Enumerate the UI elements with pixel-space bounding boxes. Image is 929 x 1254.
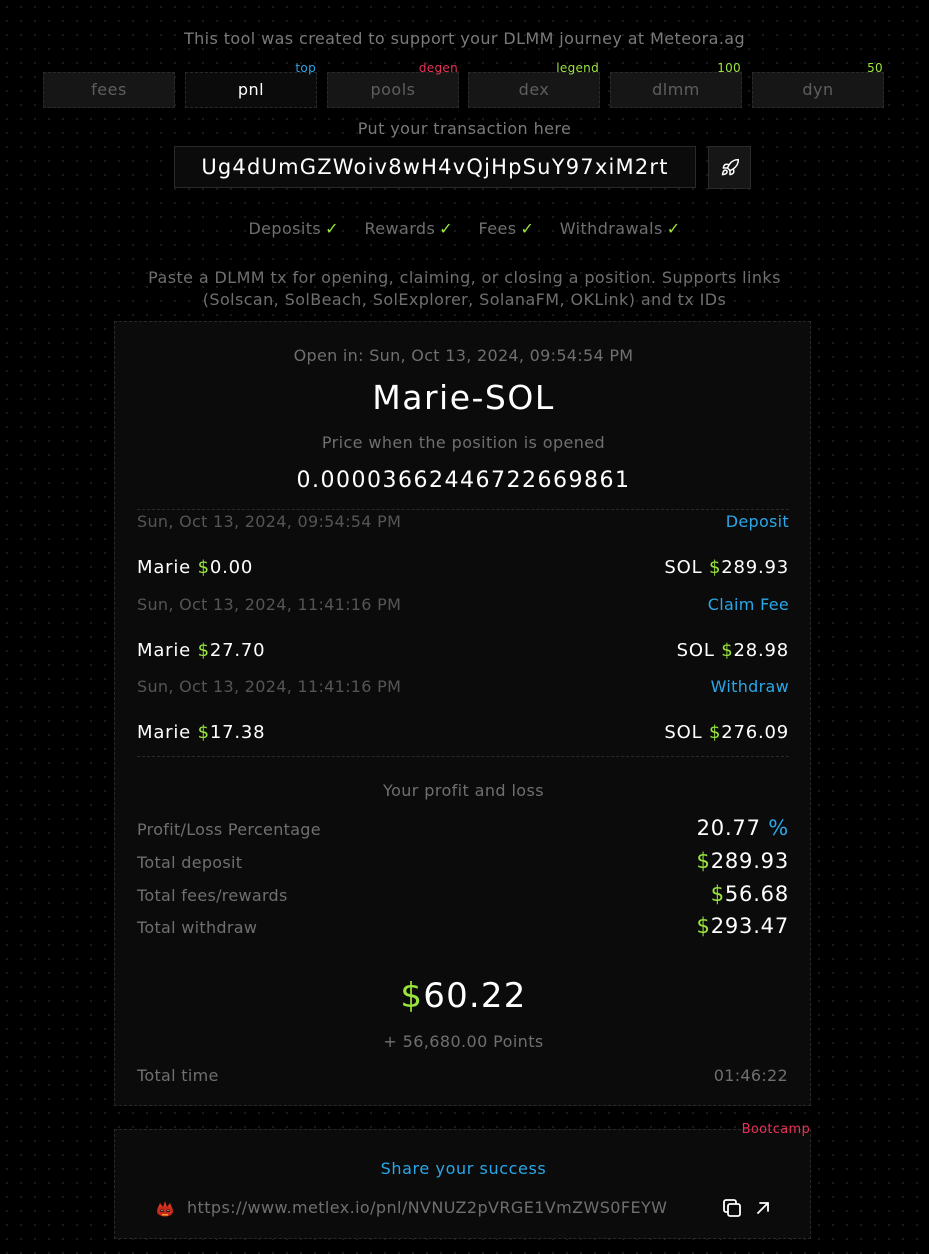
check-fees: Fees ✓ <box>478 219 535 238</box>
open-price: 0.00003662446722669861 <box>296 468 631 493</box>
tab-badge: top <box>295 61 316 75</box>
tab-label: pnl <box>237 80 265 99</box>
pnl-card: Open in: Sun, Oct 13, 2024, 09:54:54 PM … <box>114 321 811 1106</box>
tx-amount-b: SOL $289.93 <box>664 557 789 578</box>
pnl-percentage: 20.77 % <box>696 816 789 840</box>
tx-prompt: Put your transaction here <box>357 119 572 138</box>
open-date: Open in: Sun, Oct 13, 2024, 09:54:54 PM <box>293 346 634 365</box>
help-text: Paste a DLMM tx for opening, claiming, o… <box>148 268 781 309</box>
total-deposit-row: Total deposit $289.93 <box>137 849 789 873</box>
nav-tabs: fees pnl top pools degen dex legend dlmm… <box>43 61 884 108</box>
tx-amount-a: Marie $27.70 <box>137 640 266 661</box>
total-deposit: $289.93 <box>696 849 789 873</box>
tx-date: Sun, Oct 13, 2024, 11:41:16 PM <box>137 595 402 614</box>
check-withdrawals: Withdrawals ✓ <box>559 219 681 238</box>
tab-badge: degen <box>418 61 458 75</box>
total-fees: $56.68 <box>710 882 789 906</box>
copy-icon[interactable] <box>720 1196 744 1220</box>
tab-badge: 50 <box>867 61 883 75</box>
share-link[interactable]: https://www.metlex.io/pnl/NVNUZ2pVRGE1Vm… <box>187 1198 712 1217</box>
tx-amount-b: SOL $28.98 <box>676 640 789 661</box>
tx-amount-a: Marie $0.00 <box>137 557 254 578</box>
tab-fees[interactable]: fees <box>43 72 175 108</box>
share-card: Bootcamp Share your success https://www.… <box>114 1122 811 1239</box>
total-fees-row: Total fees/rewards $56.68 <box>137 882 789 906</box>
feature-checklist: Deposits ✓ Rewards ✓ Fees ✓ Withdrawals ✓ <box>0 219 929 238</box>
tx-amount-a: Marie $17.38 <box>137 722 266 743</box>
checkmark-icon: ✓ <box>520 219 535 238</box>
tab-pools[interactable]: pools degen <box>327 61 459 108</box>
submit-button[interactable] <box>708 146 751 189</box>
tab-label: dyn <box>802 80 834 99</box>
tx-type-link[interactable]: Withdraw <box>711 677 789 696</box>
points: + 56,680.00 Points <box>383 1032 544 1051</box>
tx-input[interactable] <box>174 146 696 188</box>
checkmark-icon: ✓ <box>666 219 681 238</box>
rocket-icon <box>721 158 739 175</box>
total-pnl: $60.22 <box>400 976 527 1016</box>
total-withdraw-row: Total withdraw $293.47 <box>137 914 789 938</box>
tab-dlmm[interactable]: dlmm 100 <box>610 61 742 108</box>
tx-row-withdraw: Sun, Oct 13, 2024, 11:41:16 PM Withdraw … <box>137 674 789 754</box>
tab-label: dlmm <box>652 80 700 99</box>
pair-name: Marie-SOL <box>372 378 555 417</box>
tagline: This tool was created to support your DL… <box>183 29 746 48</box>
share-title: Share your success <box>380 1159 547 1178</box>
tx-row-claim: Sun, Oct 13, 2024, 11:41:16 PM Claim Fee… <box>137 592 789 672</box>
checkmark-icon: ✓ <box>439 219 454 238</box>
divider <box>137 756 789 757</box>
tab-dyn[interactable]: dyn 50 <box>752 61 884 108</box>
total-time-label: Total time <box>137 1066 219 1085</box>
tab-label: fees <box>91 80 127 99</box>
check-rewards: Rewards ✓ <box>364 219 454 238</box>
pnl-title: Your profit and loss <box>383 781 544 800</box>
tx-date: Sun, Oct 13, 2024, 11:41:16 PM <box>137 677 402 696</box>
check-deposits: Deposits ✓ <box>248 219 339 238</box>
tx-type-link[interactable]: Deposit <box>726 512 789 531</box>
tab-dex[interactable]: dex legend <box>468 61 600 108</box>
total-withdraw: $293.47 <box>696 914 789 938</box>
price-label: Price when the position is opened <box>321 433 606 452</box>
tab-badge: legend <box>556 61 599 75</box>
tx-row-deposit: Sun, Oct 13, 2024, 09:54:54 PM Deposit M… <box>137 509 789 589</box>
tx-date: Sun, Oct 13, 2024, 09:54:54 PM <box>137 512 402 531</box>
tx-type-link[interactable]: Claim Fee <box>708 595 789 614</box>
checkmark-icon: ✓ <box>325 219 339 238</box>
meteor-mascot-icon <box>157 1201 173 1217</box>
bootcamp-badge[interactable]: Bootcamp <box>742 1122 810 1137</box>
tx-amount-b: SOL $276.09 <box>664 722 789 743</box>
tab-label: dex <box>518 80 550 99</box>
tab-badge: 100 <box>717 61 741 75</box>
total-time: 01:46:22 <box>713 1066 788 1085</box>
share-link-row: https://www.metlex.io/pnl/NVNUZ2pVRGE1Vm… <box>153 1196 775 1220</box>
external-link-icon[interactable] <box>751 1196 775 1220</box>
pnl-percentage-row: Profit/Loss Percentage 20.77 % <box>137 816 789 840</box>
tab-pnl[interactable]: pnl top <box>185 61 317 108</box>
tab-label: pools <box>370 80 416 99</box>
